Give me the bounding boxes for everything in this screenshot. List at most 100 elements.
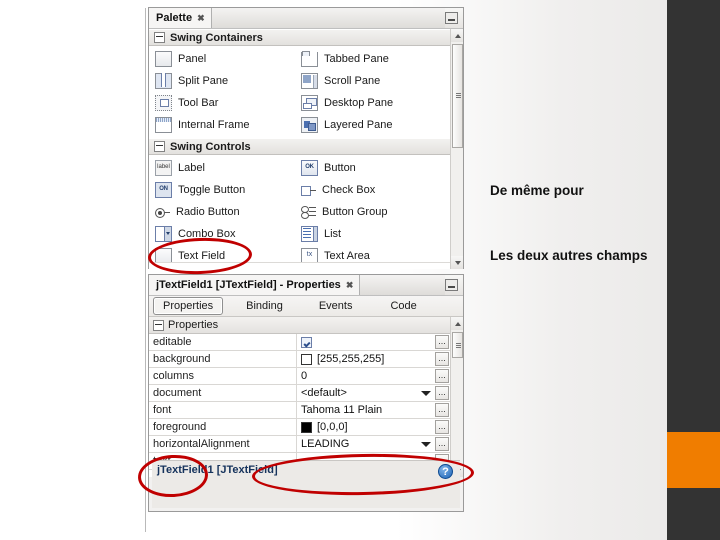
palette-item-label-text: Button (324, 162, 356, 174)
palette-title: Palette (156, 12, 193, 24)
property-value[interactable]: ... (297, 334, 463, 350)
help-icon[interactable]: ? (438, 464, 453, 479)
scrollbar-thumb[interactable] (452, 44, 463, 148)
slide-canvas: Palette ✖ Swing Containers Panel Tabbed … (0, 0, 720, 540)
properties-group-header[interactable]: Properties (149, 317, 463, 334)
palette-item-label: Scroll Pane (324, 75, 381, 87)
section-header-swing-containers[interactable]: Swing Containers (149, 29, 463, 46)
ellipsis-button[interactable]: ... (435, 369, 449, 383)
property-value-text: <default> (301, 387, 347, 399)
palette-bottom-strip (149, 262, 450, 269)
palette-item-label-text: Combo Box (178, 228, 236, 240)
palette-item-list[interactable]: List (295, 223, 441, 245)
properties-tab[interactable]: jTextField1 [JTextField] - Properties ✖ (149, 275, 361, 295)
color-swatch-icon (301, 421, 312, 433)
palette-scrollbar[interactable] (450, 29, 463, 269)
titlebar-filler (360, 275, 445, 295)
scroll-up-icon[interactable] (451, 317, 463, 330)
palette-item-label-text: Text Area (324, 250, 370, 262)
tab-code[interactable]: Code (381, 298, 425, 314)
palette-item-button[interactable]: OK Button (295, 157, 441, 179)
properties-scrollbar[interactable] (450, 317, 463, 477)
scrollbar-thumb[interactable] (452, 332, 463, 358)
tab-binding[interactable]: Binding (237, 298, 292, 314)
scroll-pane-icon (301, 73, 318, 89)
collapse-icon[interactable] (154, 32, 165, 43)
property-value[interactable]: 0 ... (297, 368, 463, 384)
palette-item-label: Layered Pane (324, 119, 393, 131)
minimize-button[interactable] (445, 279, 458, 291)
property-value-text: [0,0,0] (317, 421, 348, 433)
palette-item-toggle-button[interactable]: ON Toggle Button (149, 179, 295, 201)
property-value[interactable]: LEADING ... (297, 436, 463, 452)
palette-item-radio-button[interactable]: Radio Button (149, 201, 295, 223)
vertical-divider-rule (145, 8, 146, 532)
chevron-down-icon[interactable] (421, 391, 431, 396)
ellipsis-button[interactable]: ... (435, 335, 449, 349)
minimize-button[interactable] (445, 12, 458, 24)
scroll-down-icon[interactable] (451, 256, 463, 269)
palette-item-tool-bar[interactable]: Tool Bar (149, 92, 295, 114)
palette-item-combo-box[interactable]: Combo Box (149, 223, 295, 245)
section-header-swing-controls[interactable]: Swing Controls (149, 138, 463, 155)
internal-frame-icon (155, 117, 172, 133)
palette-item-tabbed-pane[interactable]: Tabbed Pane (295, 48, 441, 70)
property-value[interactable]: [255,255,255] ... (297, 351, 463, 367)
group-label: Properties (168, 319, 219, 331)
swing-controls-grid: label Label OK Button ON Toggle Button C… (149, 155, 441, 267)
palette-item-check-box[interactable]: Check Box (295, 179, 441, 201)
collapse-icon[interactable] (154, 141, 165, 152)
tabbed-pane-icon (301, 50, 318, 67)
palette-item-layered-pane[interactable]: Layered Pane (295, 114, 441, 136)
palette-tab[interactable]: Palette ✖ (149, 8, 212, 28)
properties-window-title: jTextField1 [JTextField] - Properties (156, 279, 341, 291)
property-value[interactable]: [0,0,0] ... (297, 419, 463, 435)
layered-pane-icon (301, 117, 318, 133)
palette-window: Palette ✖ Swing Containers Panel Tabbed … (148, 7, 464, 269)
annotation-line-2: Les deux autres champs (490, 248, 648, 263)
chevron-down-icon[interactable] (421, 442, 431, 447)
table-row[interactable]: document <default> ... (149, 385, 463, 402)
ellipsis-button[interactable]: ... (435, 386, 449, 400)
tab-events[interactable]: Events (310, 298, 362, 314)
color-swatch-icon (301, 353, 312, 365)
palette-item-label-text: Radio Button (176, 206, 240, 218)
table-row[interactable]: editable ... (149, 334, 463, 351)
palette-item-button-group[interactable]: Button Group (295, 201, 441, 223)
table-row[interactable]: foreground [0,0,0] ... (149, 419, 463, 436)
palette-item-label: Desktop Pane (324, 97, 394, 109)
panel-icon (155, 51, 172, 67)
property-value[interactable]: Tahoma 11 Plain ... (297, 402, 463, 418)
palette-item-scroll-pane[interactable]: Scroll Pane (295, 70, 441, 92)
palette-item-split-pane[interactable]: Split Pane (149, 70, 295, 92)
property-value[interactable]: <default> ... (297, 385, 463, 401)
palette-item-label-text: Button Group (322, 206, 388, 218)
status-text: jTextField1 [JTextField] (157, 464, 278, 476)
property-value-text: LEADING (301, 438, 350, 450)
table-row[interactable]: columns 0 ... (149, 368, 463, 385)
ellipsis-button[interactable]: ... (435, 437, 449, 451)
editable-checkbox[interactable] (301, 336, 312, 348)
ellipsis-button[interactable]: ... (435, 352, 449, 366)
palette-item-label-text: Check Box (322, 184, 376, 196)
palette-item-internal-frame[interactable]: Internal Frame (149, 114, 295, 136)
ellipsis-button[interactable]: ... (435, 403, 449, 417)
close-icon[interactable]: ✖ (346, 280, 353, 291)
orange-accent-block (667, 432, 720, 488)
table-row[interactable]: background [255,255,255] ... (149, 351, 463, 368)
property-name: background (149, 351, 297, 367)
properties-status-bar: jTextField1 [JTextField] ? (152, 460, 460, 508)
close-icon[interactable]: ✖ (197, 13, 204, 24)
scroll-up-icon[interactable] (451, 29, 463, 42)
palette-item-label[interactable]: label Label (149, 157, 295, 179)
palette-item-panel[interactable]: Panel (149, 48, 295, 70)
palette-item-label: Panel (178, 53, 207, 65)
properties-table: Properties editable ... background [255,… (149, 317, 463, 477)
tab-properties[interactable]: Properties (153, 297, 224, 315)
table-row[interactable]: horizontalAlignment LEADING ... (149, 436, 463, 453)
ellipsis-button[interactable]: ... (435, 420, 449, 434)
label-icon: label (155, 160, 172, 176)
table-row[interactable]: font Tahoma 11 Plain ... (149, 402, 463, 419)
collapse-icon[interactable] (153, 319, 164, 331)
palette-item-desktop-pane[interactable]: Desktop Pane (295, 92, 441, 114)
